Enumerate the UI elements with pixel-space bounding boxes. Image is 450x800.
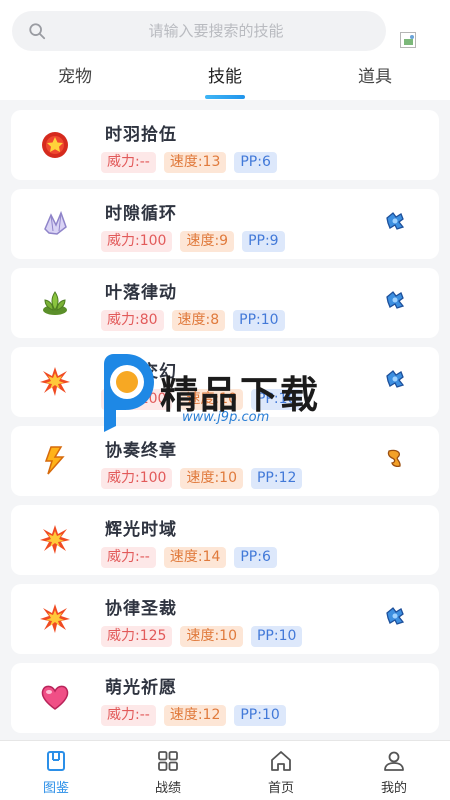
speed-badge: 速度:13 [163,152,227,173]
skill-stats: 威力:125 速度:10 PP:10 [101,626,303,648]
bottom-nav: 图鉴 战绩 首页 我的 [0,740,450,800]
skill-name: 时羽拾伍 [105,125,177,145]
speed-badge: 速度:14 [163,547,227,568]
pp-badge: PP:6 [234,152,277,173]
pp-badge: PP:10 [234,705,286,726]
orange-burst-icon [40,525,70,554]
skill-card[interactable]: 时隙循环 威力:100 速度:9 PP:9 [11,189,439,259]
red-orb-star-icon [42,132,68,158]
skill-card[interactable]: 叶落律动 威力:80 速度:8 PP:10 [11,268,439,338]
skill-name: 萌光祈愿 [105,678,177,698]
tab-pets[interactable]: 宠物 [30,58,120,98]
power-badge: 威力:-- [101,547,156,568]
nav-item-catalog[interactable]: 图鉴 [0,741,112,800]
power-badge: 威力:100 [101,389,173,410]
speed-badge: 速度:10 [180,389,243,410]
grid-icon [158,751,178,771]
nav-label: 图鉴 [42,781,69,796]
speed-badge: 速度:10 [180,626,243,647]
skill-card[interactable]: 萌光祈愿 威力:-- 速度:12 PP:10 [11,663,439,733]
book-icon [47,751,65,771]
lightning-bolt-icon [44,446,65,475]
skill-card[interactable]: 光之交幻 威力:100 速度:10 PP:10 [11,347,439,417]
pp-badge: PP:10 [233,310,285,331]
orange-burst-icon [40,367,70,396]
nav-label: 战绩 [154,781,181,796]
pp-badge: PP:10 [250,626,303,647]
skill-name: 协律圣裁 [105,599,177,619]
lavender-crystal-icon [44,210,67,235]
skill-stats: 威力:80 速度:8 PP:10 [101,310,285,332]
skill-stats: 威力:100 速度:10 PP:12 [101,468,303,490]
broken-image-icon[interactable] [400,32,416,48]
blue-mech-type-icon [386,212,405,230]
skill-name: 辉光时域 [105,520,177,540]
skill-card[interactable]: 协律圣裁 威力:125 速度:10 PP:10 [11,584,439,654]
nav-label: 首页 [267,781,294,796]
nav-label: 我的 [380,781,407,796]
skill-card[interactable]: 协奏终章 威力:100 速度:10 PP:12 [11,426,439,496]
skill-card[interactable]: 时羽拾伍 威力:-- 速度:13 PP:6 [11,110,439,180]
blue-mech-type-icon [386,370,405,388]
user-icon [384,751,404,771]
power-badge: 威力:100 [101,231,173,252]
tab-label: 道具 [358,67,392,87]
power-badge: 威力:80 [101,310,164,331]
green-leaf-icon [43,291,67,315]
nav-item-home[interactable]: 首页 [225,741,337,800]
power-badge: 威力:125 [101,626,173,647]
speed-badge: 速度:8 [171,310,226,331]
power-badge: 威力:100 [101,468,173,489]
skill-name: 叶落律动 [105,283,177,303]
skill-stats: 威力:-- 速度:13 PP:6 [101,152,277,174]
orange-swirl-type-icon [387,449,401,468]
power-badge: 威力:-- [101,705,156,726]
pp-badge: PP:9 [242,231,285,252]
skill-name: 协奏终章 [105,441,177,461]
active-tab-indicator [205,95,245,99]
home-icon [271,751,291,771]
search-bar[interactable] [12,11,386,51]
speed-badge: 速度:9 [180,231,235,252]
blue-mech-type-icon [386,607,405,625]
search-input[interactable] [58,11,374,51]
orange-burst-icon [40,604,70,633]
skill-name: 光之交幻 [105,362,177,382]
tab-label: 宠物 [58,67,92,87]
top-bar: 宠物 技能 道具 [0,0,450,100]
pp-badge: PP:10 [250,389,303,410]
pink-heart-icon [41,685,69,710]
pp-badge: PP:12 [250,468,303,489]
tab-label: 技能 [208,67,242,87]
tab-skills[interactable]: 技能 [180,58,270,99]
skill-name: 时隙循环 [105,204,177,224]
category-tabs: 宠物 技能 道具 [0,58,450,100]
pp-badge: PP:6 [234,547,277,568]
speed-badge: 速度:10 [180,468,243,489]
search-icon[interactable] [28,22,46,40]
skill-stats: 威力:-- 速度:12 PP:10 [101,705,286,727]
blue-mech-type-icon [386,291,405,309]
skill-stats: 威力:100 速度:10 PP:10 [101,389,303,411]
skill-stats: 威力:100 速度:9 PP:9 [101,231,285,253]
power-badge: 威力:-- [101,152,156,173]
nav-item-profile[interactable]: 我的 [338,741,450,800]
skill-stats: 威力:-- 速度:14 PP:6 [101,547,277,569]
nav-item-records[interactable]: 战绩 [112,741,224,800]
skill-card[interactable]: 辉光时域 威力:-- 速度:14 PP:6 [11,505,439,575]
tab-items[interactable]: 道具 [330,58,420,98]
speed-badge: 速度:12 [163,705,227,726]
